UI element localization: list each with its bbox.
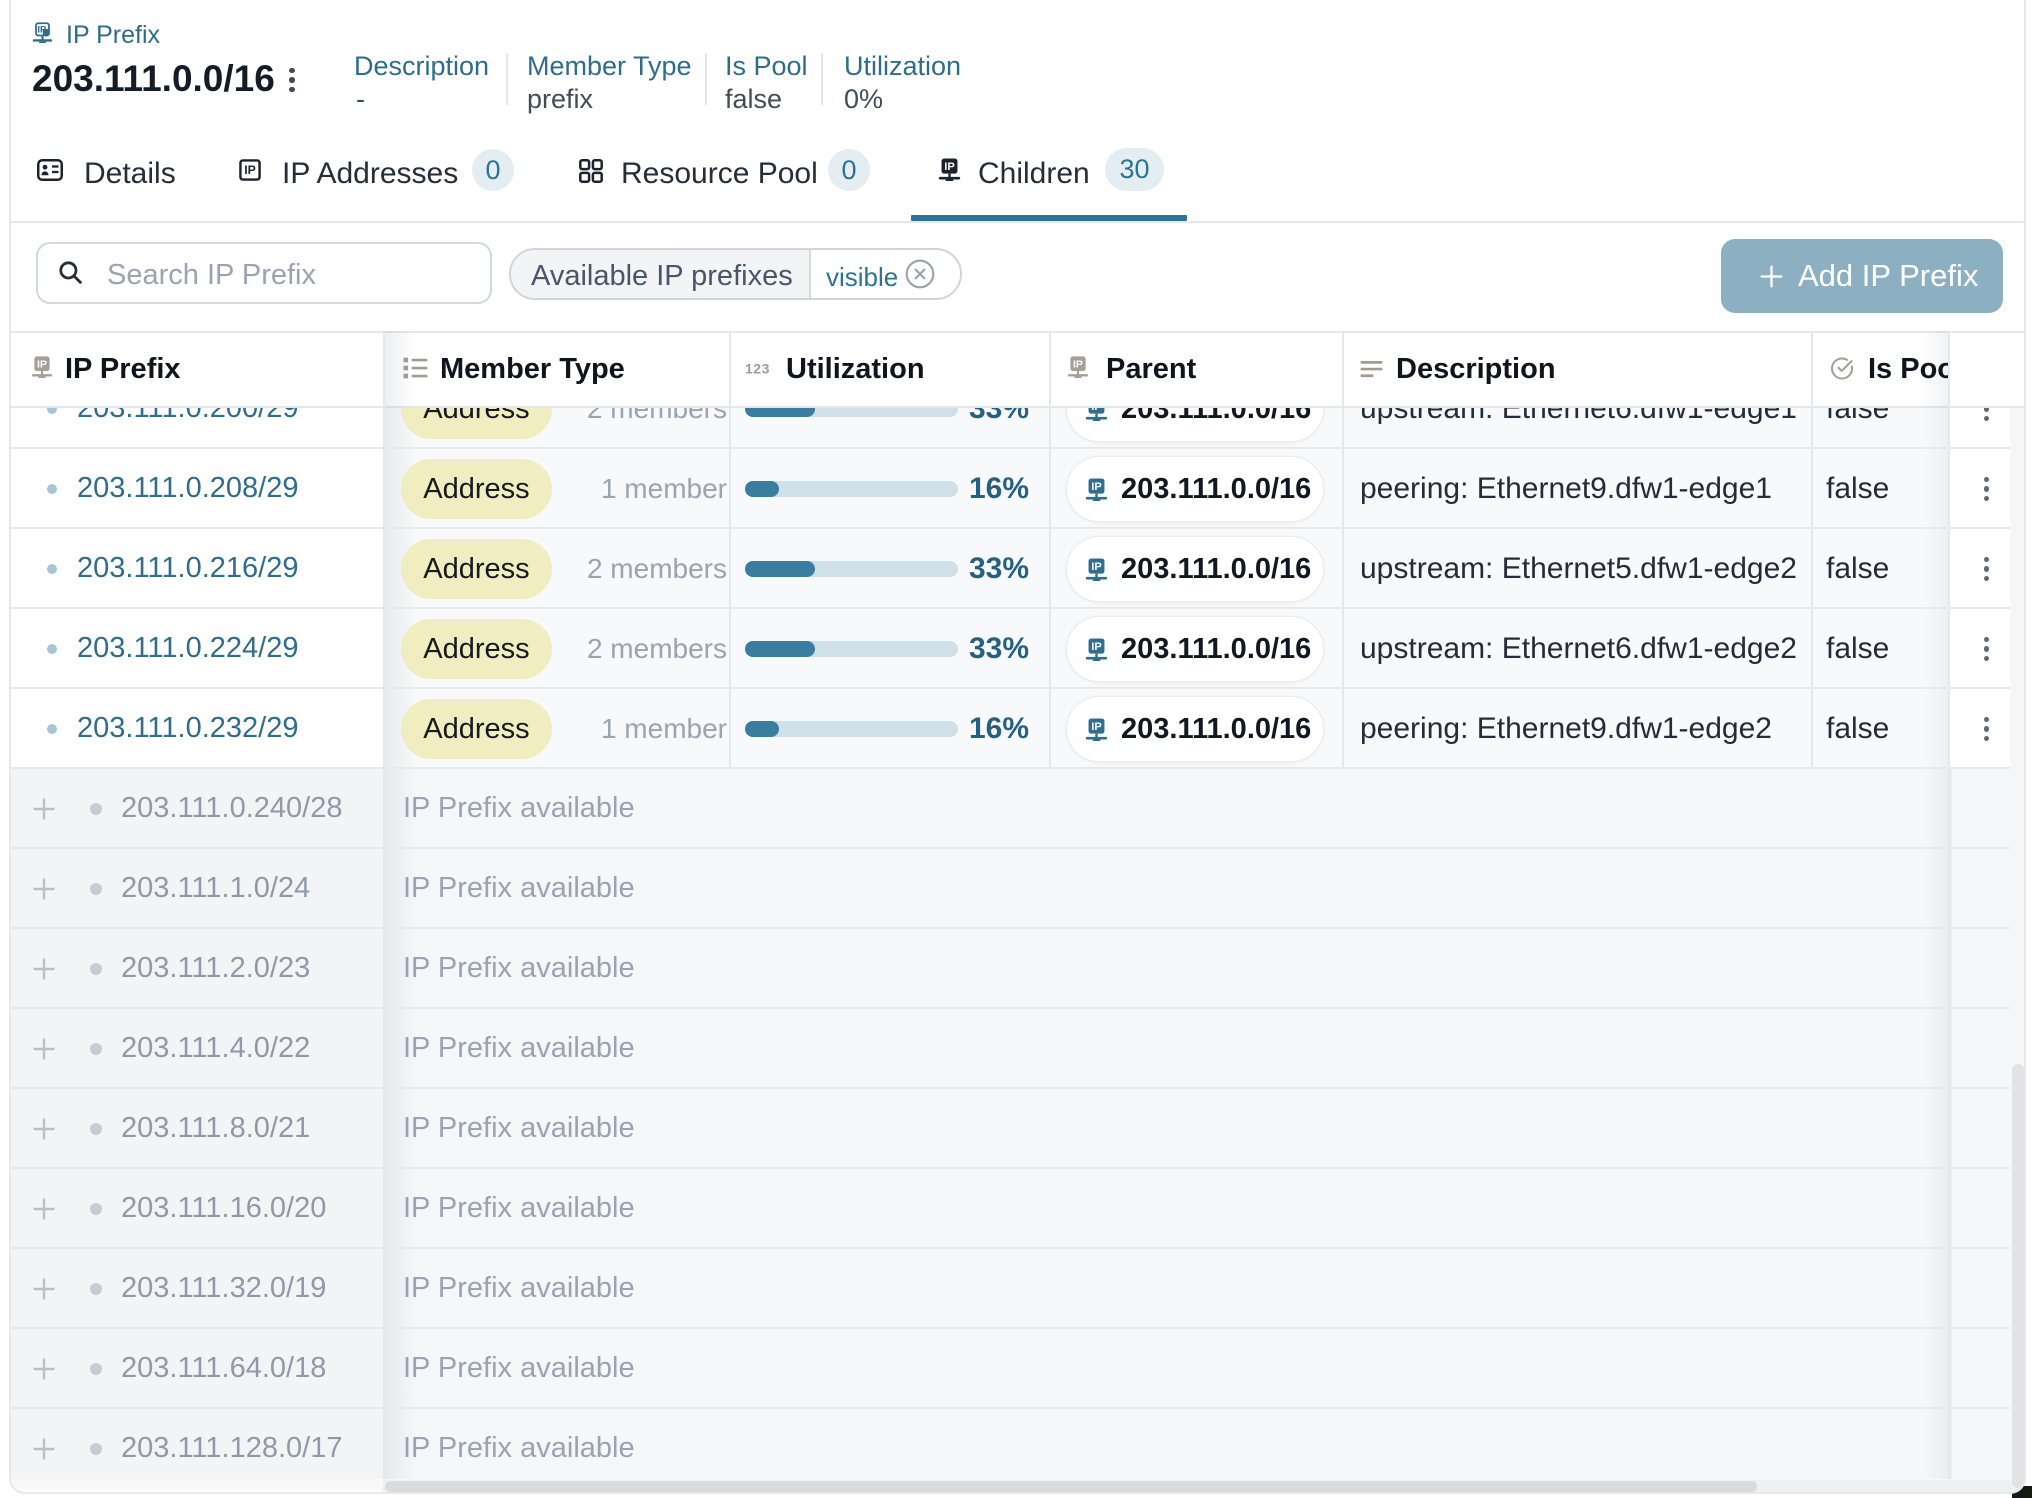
svg-text:IP: IP (1091, 561, 1101, 573)
svg-text:IP: IP (1091, 481, 1101, 493)
svg-text:IP: IP (944, 161, 954, 173)
svg-text:123: 123 (745, 361, 770, 377)
svg-text:IP: IP (37, 359, 47, 371)
svg-text:IP: IP (1091, 641, 1101, 653)
svg-text:IP: IP (1091, 721, 1101, 733)
svg-text:IP: IP (244, 163, 256, 177)
svg-text:IP: IP (1073, 359, 1083, 371)
